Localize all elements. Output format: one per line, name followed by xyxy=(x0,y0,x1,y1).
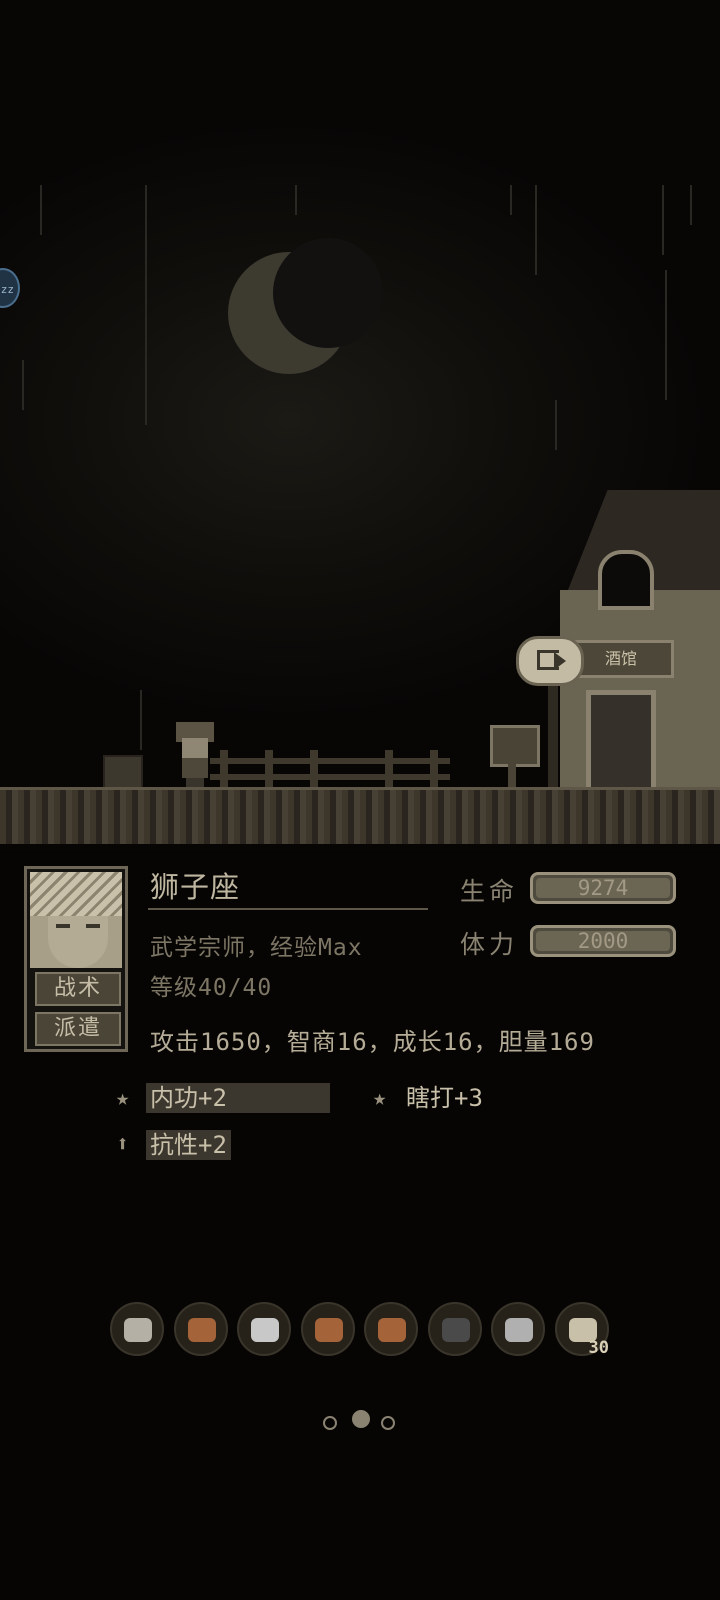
equipment-slot[interactable] xyxy=(428,1302,482,1356)
fence-post xyxy=(220,750,228,790)
tavern-window xyxy=(598,550,654,610)
equipment-slot[interactable] xyxy=(364,1302,418,1356)
hero-body xyxy=(182,758,208,778)
fence-post xyxy=(265,750,273,790)
dispatch-button[interactable]: 派遣 xyxy=(35,1012,121,1046)
moon-shadow xyxy=(273,238,383,348)
rain-streak xyxy=(555,400,557,450)
rain-streak xyxy=(662,185,664,255)
rain-streak xyxy=(40,185,42,235)
ground xyxy=(0,790,720,844)
fence-post xyxy=(310,750,318,790)
name-divider xyxy=(148,908,428,910)
hp-bar: 9274 xyxy=(530,872,676,904)
helmet-icon xyxy=(188,1318,216,1342)
armor-icon xyxy=(251,1318,279,1342)
stamina-bar: 2000 xyxy=(530,925,676,957)
rain-streak xyxy=(22,360,24,410)
rain-streak xyxy=(535,185,537,275)
rain-streak xyxy=(140,690,142,750)
character-title: 武学宗师，经验Max xyxy=(150,935,363,961)
equipment-slot[interactable] xyxy=(237,1302,291,1356)
star-icon: ★ xyxy=(116,1086,130,1111)
mailbox-post xyxy=(508,762,516,788)
trait-item[interactable]: 瞎打+3 xyxy=(402,1083,483,1113)
page-dot[interactable] xyxy=(323,1416,337,1430)
item-count: 30 xyxy=(588,1338,609,1358)
character-portrait: 战术 派遣 xyxy=(24,866,128,1052)
mailbox[interactable] xyxy=(490,725,540,767)
sword-icon xyxy=(124,1318,152,1342)
hp-value: 9274 xyxy=(577,876,629,900)
character-attributes: 攻击1650，智商16，成长16，胆量169 xyxy=(150,1028,595,1056)
sign-post xyxy=(548,668,558,788)
page-dot[interactable] xyxy=(352,1410,370,1428)
rain-streak xyxy=(510,185,512,215)
player-character[interactable] xyxy=(174,722,216,788)
equipment-slot[interactable] xyxy=(174,1302,228,1356)
rain-streak xyxy=(665,270,667,400)
fence-post xyxy=(385,750,393,790)
gloves-icon xyxy=(315,1318,343,1342)
page-dot[interactable] xyxy=(381,1416,395,1430)
stamina-label: 体力 xyxy=(460,930,519,959)
tactics-button[interactable]: 战术 xyxy=(35,972,121,1006)
rain-streak xyxy=(690,185,692,225)
boots-icon xyxy=(378,1318,406,1342)
character-name: 狮子座 xyxy=(150,870,241,904)
fence-post xyxy=(430,750,438,790)
enter-door-icon xyxy=(537,650,566,670)
tavern-door[interactable] xyxy=(586,690,656,792)
star-icon: ★ xyxy=(373,1086,387,1111)
hero-face xyxy=(182,738,208,758)
equipment-slot[interactable]: 30 xyxy=(555,1302,609,1358)
portrait-image xyxy=(30,872,122,968)
equipment-slot[interactable] xyxy=(301,1302,355,1356)
rain-streak xyxy=(145,185,147,425)
enter-bubble[interactable] xyxy=(516,636,584,686)
trait-item[interactable]: 抗性+2 xyxy=(146,1130,231,1160)
hp-label: 生命 xyxy=(460,877,519,906)
trait-item[interactable]: 内功+2 xyxy=(146,1083,330,1113)
equipment-slot[interactable] xyxy=(110,1302,164,1356)
portrait-eye xyxy=(56,924,70,928)
arrow-up-icon: ⬆ xyxy=(116,1132,130,1157)
character-level: 等级40/40 xyxy=(150,975,273,1001)
game-scene[interactable]: 酒馆 xyxy=(0,0,720,850)
fence-rail xyxy=(210,758,450,764)
portrait-eye xyxy=(86,924,100,928)
equipment-slot[interactable] xyxy=(491,1302,545,1356)
fence-rail xyxy=(210,774,450,780)
rain-streak xyxy=(295,185,297,215)
pants-icon xyxy=(442,1318,470,1342)
stamina-value: 2000 xyxy=(577,929,629,953)
portrait-hair xyxy=(30,872,122,916)
necklace-icon xyxy=(505,1318,533,1342)
